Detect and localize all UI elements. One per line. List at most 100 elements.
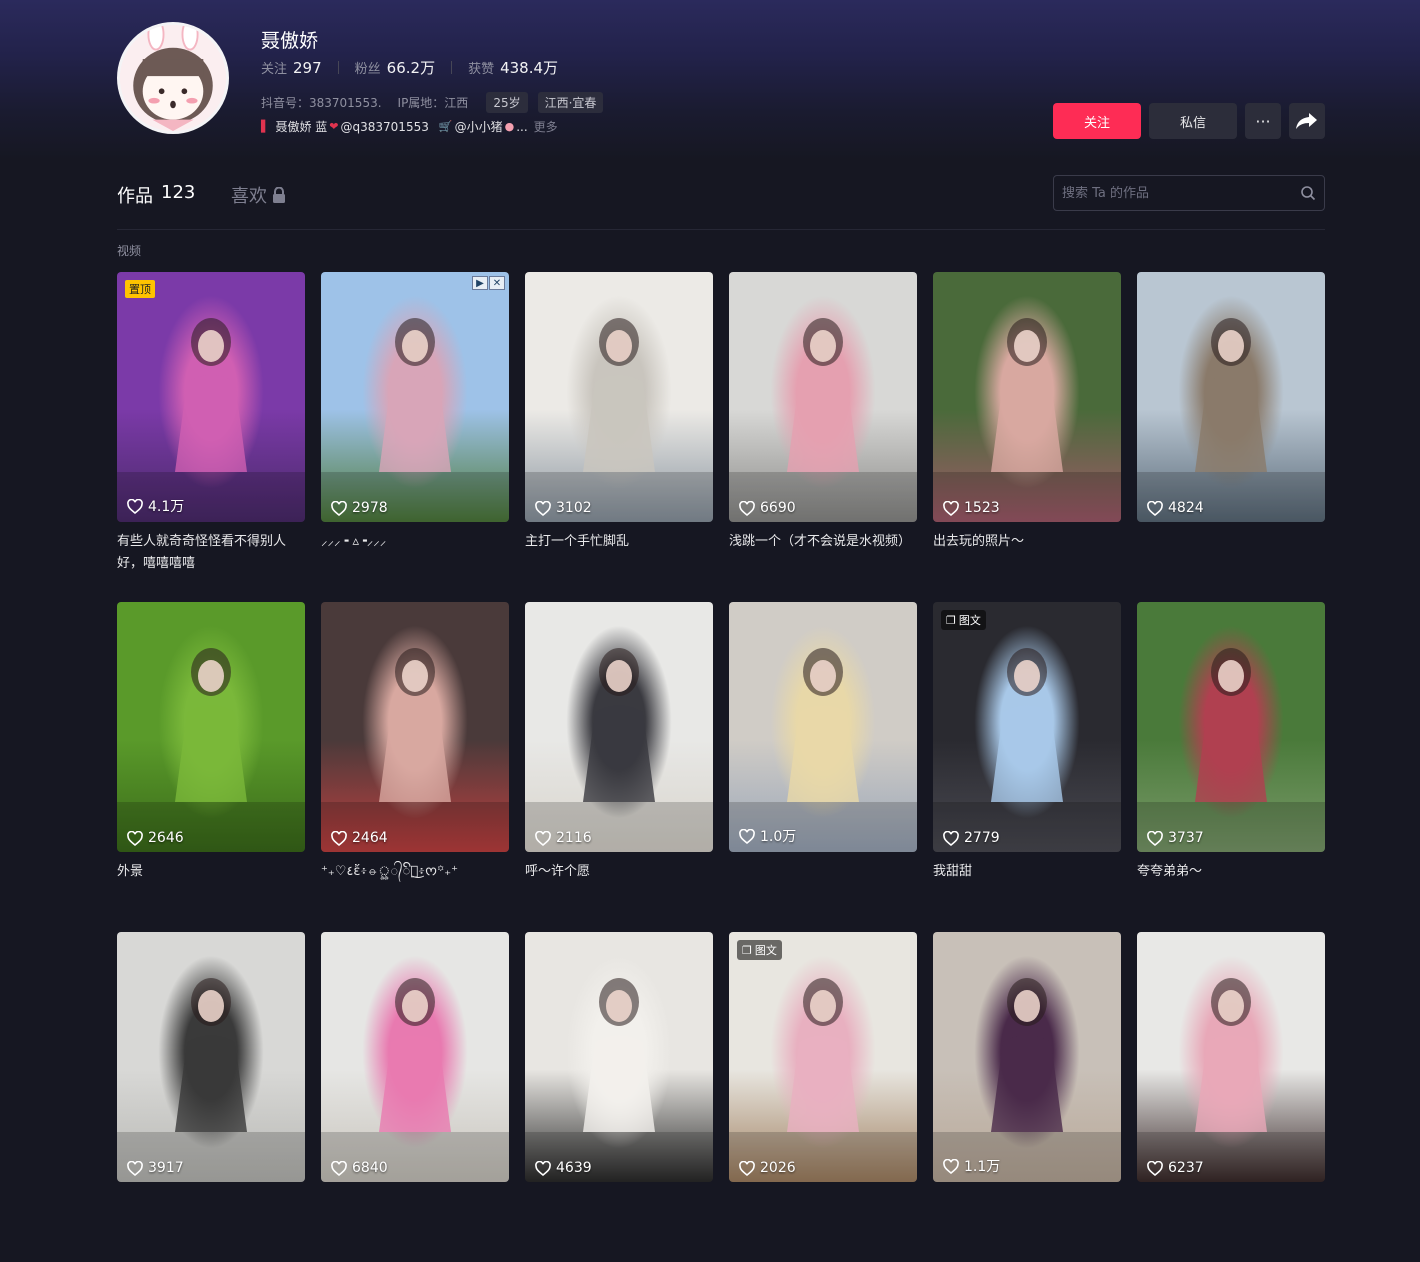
video-card[interactable]: 4639 [525,932,713,1262]
video-thumbnail[interactable]: 1.1万 [933,932,1121,1182]
video-like-count: 1.1万 [964,1159,1001,1175]
video-card[interactable]: ❐ 图文 2779 我甜甜 [933,602,1121,932]
video-caption[interactable]: 夸夸弟弟～ [1137,861,1325,883]
video-card[interactable]: ▶ ✕ 2978 ⸝⸝⸝ ╸▵╺⸝⸝⸝ [321,272,509,602]
video-thumbnail[interactable]: 2464 [321,602,509,852]
video-caption[interactable]: 主打一个手忙脚乱 [525,531,713,553]
video-like-count: 2026 [760,1160,796,1176]
video-caption[interactable]: 有些人就奇奇怪怪看不得别人好，嘻嘻嘻嘻 [117,531,305,575]
video-likes: 1523 [943,500,1000,516]
video-thumbnail[interactable]: 6690 [729,272,917,522]
video-card[interactable]: 3102 主打一个手忙脚乱 [525,272,713,602]
bio-text-1: 聂傲娇 蓝 [275,120,328,134]
douyin-id: 抖音号：383701553. [261,96,382,110]
follow-button[interactable]: 关注 [1053,103,1141,139]
following-stat[interactable]: 关注 297 [261,58,322,77]
share-button[interactable] [1289,103,1325,139]
video-thumbnail[interactable]: ▶ ✕ 2978 [321,272,509,522]
tab-works[interactable]: 作品 123 [117,182,195,208]
video-card[interactable]: 3737 夸夸弟弟～ [1137,602,1325,932]
bio-more-link[interactable]: 更多 [534,118,558,135]
video-thumbnail[interactable]: 4824 [1137,272,1325,522]
profile-stats: 关注 297 粉丝 66.2万 获赞 438.4万 [261,57,558,78]
video-caption[interactable]: 呼～许个愿 [525,861,713,883]
fans-count: 66.2万 [386,59,436,77]
video-like-count: 3102 [556,500,592,516]
video-like-count: 4639 [556,1160,592,1176]
video-card[interactable]: 置顶 4.1万有些人就奇奇怪怪看不得别人好，嘻嘻嘻嘻 [117,272,305,602]
thumbnail-figure [933,318,1121,522]
video-card[interactable]: ❐ 图文 2026 [729,932,917,1262]
lock-icon [273,187,285,203]
video-thumbnail[interactable]: ❐ 图文 2026 [729,932,917,1182]
fans-stat[interactable]: 粉丝 66.2万 [355,57,435,78]
search-input[interactable] [1062,185,1300,201]
thumbnail-figure [729,318,917,522]
heart-icon: ❤ [329,120,339,133]
video-thumbnail[interactable]: 4639 [525,932,713,1182]
video-card[interactable]: 6237 [1137,932,1325,1262]
tab-works-count: 123 [161,182,196,203]
more-button[interactable]: ··· [1245,103,1281,139]
video-card[interactable]: 2116 呼～许个愿 [525,602,713,932]
age-tag: 25岁 [486,92,528,113]
video-caption[interactable]: 我甜甜 [933,861,1121,883]
video-card[interactable]: 6840 [321,932,509,1262]
video-thumbnail[interactable]: 1523 [933,272,1121,522]
heart-outline-icon [127,1160,143,1176]
video-thumbnail[interactable]: 3102 [525,272,713,522]
video-caption[interactable]: ⁺₊♡٤ἔ፥⦵ৣ᭄ꦼ᭄͜፥ᰔ꙳₊⁺ [321,861,509,883]
heart-outline-icon [1147,500,1163,516]
thumbnail-figure [321,318,509,522]
pinned-badge: 置顶 [125,280,155,298]
video-card[interactable]: 1.1万 [933,932,1121,1262]
video-card[interactable]: 6690 浅跳一个（才不会说是水视频） [729,272,917,602]
thumbnail-figure [1137,318,1325,522]
play-icon[interactable]: ▶ [472,276,488,290]
video-card[interactable]: 2646 外景 [117,602,305,932]
video-card[interactable]: 1.0万 [729,602,917,932]
search-icon[interactable] [1300,185,1316,201]
lipstick-icon: ▌ [261,120,270,133]
video-like-count: 2116 [556,830,592,846]
heart-outline-icon [331,1160,347,1176]
video-card[interactable]: 4824 [1137,272,1325,602]
video-like-count: 3737 [1168,830,1204,846]
avatar[interactable] [117,22,229,134]
video-card[interactable]: 1523 出去玩的照片～ [933,272,1121,602]
heart-outline-icon [535,500,551,516]
heart-outline-icon [331,500,347,516]
video-thumbnail[interactable]: 2116 [525,602,713,852]
location-tag: 江西·宜春 [537,92,604,113]
video-like-count: 3917 [148,1160,184,1176]
video-caption[interactable]: 浅跳一个（才不会说是水视频） [729,531,917,553]
images-icon: ❐ [946,613,956,627]
heart-outline-icon [1147,830,1163,846]
likes-label: 获赞 [468,62,495,77]
tab-likes[interactable]: 喜欢 [231,182,286,208]
video-thumbnail[interactable]: 6237 [1137,932,1325,1182]
video-card[interactable]: 3917 [117,932,305,1262]
video-thumbnail[interactable]: 3917 [117,932,305,1182]
video-thumbnail[interactable]: 3737 [1137,602,1325,852]
heart-outline-icon [127,830,143,846]
video-caption[interactable]: ⸝⸝⸝ ╸▵╺⸝⸝⸝ [321,531,509,553]
video-thumbnail[interactable]: 2646 [117,602,305,852]
close-icon[interactable]: ✕ [489,276,505,290]
video-thumbnail[interactable]: 6840 [321,932,509,1182]
video-likes: 2779 [943,830,1000,846]
divider [117,229,1325,230]
message-button[interactable]: 私信 [1149,103,1237,139]
likes-count: 438.4万 [500,59,559,77]
video-likes: 2978 [331,500,388,516]
video-like-count: 4824 [1168,500,1204,516]
share-icon [1296,113,1317,129]
video-thumbnail[interactable]: 1.0万 [729,602,917,852]
profile-name: 聂傲娇 [261,30,319,52]
video-card[interactable]: 2464 ⁺₊♡٤ἔ፥⦵ৣ᭄ꦼ᭄͜፥ᰔ꙳₊⁺ [321,602,509,932]
thumbnail-figure [933,978,1121,1182]
video-caption[interactable]: 外景 [117,861,305,883]
video-thumbnail[interactable]: ❐ 图文 2779 [933,602,1121,852]
video-thumbnail[interactable]: 置顶 4.1万 [117,272,305,522]
video-caption[interactable]: 出去玩的照片～ [933,531,1121,553]
